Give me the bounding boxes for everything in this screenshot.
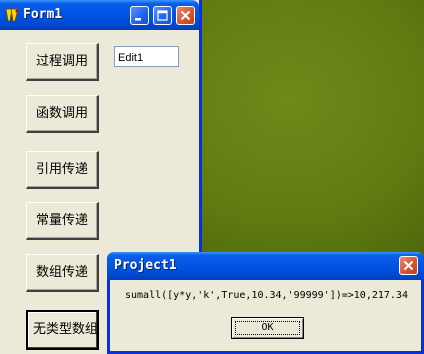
button-label: 无类型数组 — [33, 322, 99, 337]
ok-button[interactable]: OK — [231, 317, 304, 339]
close-icon — [403, 260, 414, 271]
dialog-title: Project1 — [114, 258, 177, 273]
delphi-app-icon[interactable] — [4, 7, 20, 23]
pass-by-constant-button[interactable]: 常量传递 — [26, 202, 99, 240]
button-label: 函数调用 — [35, 106, 88, 121]
button-label: 常量传递 — [35, 213, 88, 228]
maximize-icon — [157, 10, 168, 21]
dialog-message: sumall([y*y,'k',True,10.34,'99999'])=>10… — [125, 290, 408, 301]
array-passing-button[interactable]: 数组传递 — [26, 254, 99, 292]
edit1-field[interactable] — [114, 46, 179, 67]
form1-title: Form1 — [23, 7, 63, 22]
maximize-button[interactable] — [153, 6, 172, 25]
dialog-titlebar[interactable]: Project1 — [107, 252, 424, 280]
button-label: 数组传递 — [35, 265, 88, 280]
form1-titlebar[interactable]: Form1 — [0, 0, 199, 30]
minimize-button[interactable] — [130, 6, 149, 25]
button-label: 过程调用 — [35, 54, 88, 69]
dialog-close-button[interactable] — [399, 256, 418, 275]
untyped-array-button[interactable]: 无类型数组 — [26, 310, 99, 350]
button-label: 引用传递 — [35, 162, 88, 177]
ok-button-label: OK — [261, 322, 274, 333]
function-call-button[interactable]: 函数调用 — [26, 95, 99, 133]
project1-message-dialog: Project1 sumall([y*y,'k',True,10.34,'999… — [107, 252, 424, 354]
procedure-call-button[interactable]: 过程调用 — [26, 43, 99, 81]
minimize-icon — [135, 18, 141, 21]
pass-by-reference-button[interactable]: 引用传递 — [26, 151, 99, 189]
close-icon — [180, 10, 191, 21]
close-button[interactable] — [176, 6, 195, 25]
